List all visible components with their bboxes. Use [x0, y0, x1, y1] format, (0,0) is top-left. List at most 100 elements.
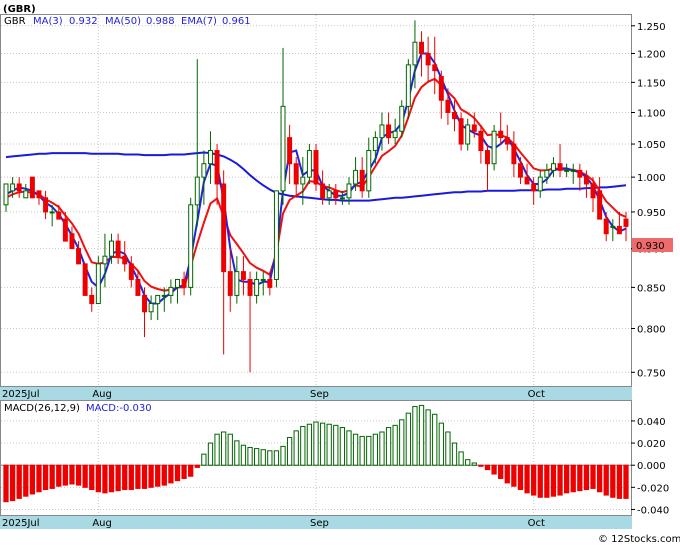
candle-body-57	[379, 124, 385, 139]
macd-bar-57	[379, 431, 385, 466]
x-tick-label-bottom: Oct	[528, 518, 545, 529]
macd-bar-55	[366, 435, 372, 466]
macd-y-ticks: 0.040 0.020 0.000 -0.020 -0.040	[631, 417, 669, 516]
candle-body-82	[544, 169, 550, 178]
legend-ma3-label: MA(3)	[33, 16, 63, 27]
candle-body-77	[511, 143, 517, 165]
macd-bar-4	[29, 464, 36, 495]
candle-body-33	[221, 183, 227, 273]
macd-bar-56	[372, 433, 379, 466]
price-tick-label: 1.100	[637, 108, 666, 119]
macd-bar-74	[491, 464, 497, 475]
macd-bar-92	[610, 464, 616, 498]
candle-body-10	[69, 233, 75, 250]
candle-body-94	[623, 218, 629, 227]
candle-body-43	[287, 137, 293, 165]
macd-bar-91	[603, 464, 609, 496]
candle-body-35	[234, 271, 240, 296]
macd-bar-82	[544, 464, 550, 498]
macd-bar-61	[405, 412, 411, 466]
candle-body-39	[260, 278, 266, 281]
candle-body-92	[610, 225, 616, 228]
macd-bar-21	[141, 464, 148, 489]
candle-body-44	[293, 163, 299, 185]
candle-body-52	[346, 183, 352, 199]
macd-bar-49	[326, 423, 332, 466]
candle-body-72	[478, 130, 484, 152]
macd-bar-84	[557, 464, 563, 496]
last-price-label: 0.930	[636, 241, 665, 252]
watermark: © 12Stocks.com	[598, 534, 680, 545]
candle-body-69	[458, 118, 464, 145]
candle-body-12	[82, 263, 88, 296]
candle-body-30	[201, 163, 207, 178]
x-tick-label-top: Sep	[310, 389, 329, 400]
macd-bar-35	[234, 440, 240, 466]
candle-body-68	[452, 111, 457, 120]
macd-bar-6	[42, 464, 49, 491]
macd-bar-28	[188, 464, 194, 477]
macd-bar-94	[623, 464, 629, 499]
chart-root: 1.2501.2001.1501.1001.0501.0000.9500.900…	[0, 0, 680, 546]
macd-bar-7	[49, 464, 55, 489]
legend: GBR MA(3) 0.932 MA(50) 0.988 EMA(7) 0.96…	[4, 16, 251, 27]
macd-bar-59	[392, 424, 398, 466]
macd-bar-77	[511, 464, 517, 487]
candle-body-74	[491, 130, 497, 165]
candle-body-13	[89, 294, 95, 305]
macd-tick-label: -0.040	[637, 505, 669, 516]
candle-body-31	[207, 150, 213, 165]
candle-body-66	[438, 75, 444, 101]
candle-body-84	[557, 163, 563, 171]
candle-body-64	[425, 52, 431, 66]
candle-body-16	[109, 240, 115, 257]
candle-body-15	[102, 255, 108, 265]
candle-body-90	[597, 190, 603, 220]
price-tick-label: 0.850	[637, 283, 666, 294]
macd-bar-33	[221, 431, 227, 466]
macd-bar-87	[577, 464, 583, 492]
candle-body-59	[392, 130, 398, 139]
macd-tick-label: 0.040	[637, 417, 666, 428]
candle-body-41	[273, 190, 279, 280]
macd-bar-16	[108, 464, 115, 493]
candle-body-40	[267, 278, 273, 288]
macd-bar-44	[293, 430, 299, 466]
macd-bar-85	[563, 464, 570, 494]
macd-bar-12	[82, 464, 88, 488]
macd-bar-70	[465, 459, 471, 466]
macd-bar-60	[399, 419, 405, 466]
candle-body-25	[168, 286, 174, 296]
x-tick-label-top: Oct	[528, 389, 545, 400]
macd-tick-label: -0.020	[637, 483, 669, 494]
macd-bar-14	[95, 464, 101, 493]
macd-bar-52	[346, 430, 352, 466]
candle-body-55	[366, 150, 372, 192]
macd-bar-45	[300, 425, 306, 466]
macd-bar-11	[75, 464, 82, 486]
price-y-ticks: 1.2501.2001.1501.1001.0501.0000.9500.900…	[631, 22, 666, 379]
macd-bar-18	[122, 464, 128, 491]
price-tick-label: 1.250	[637, 22, 666, 33]
macd-bar-76	[504, 464, 510, 484]
candle-body-73	[485, 150, 490, 165]
macd-bar-42	[280, 445, 286, 466]
macd-tick-label: 0.020	[637, 439, 666, 450]
candle-body-58	[386, 124, 392, 139]
macd-bar-48	[319, 422, 326, 466]
candle-body-67	[445, 99, 451, 113]
candle-body-20	[135, 278, 141, 296]
price-tick-label: 0.950	[637, 208, 666, 219]
candle-body-23	[155, 294, 161, 305]
macd-bar-80	[531, 464, 537, 496]
candle-body-2	[16, 183, 22, 192]
candle-body-42	[280, 105, 286, 192]
macd-bar-9	[62, 464, 69, 486]
candle-body-86	[570, 169, 576, 172]
macd-bar-24	[161, 464, 167, 486]
macd-bar-2	[16, 464, 22, 499]
candle-body-89	[590, 183, 596, 199]
candle-body-17	[115, 240, 121, 257]
candle-body-4	[29, 176, 35, 199]
candle-body-80	[531, 183, 537, 192]
